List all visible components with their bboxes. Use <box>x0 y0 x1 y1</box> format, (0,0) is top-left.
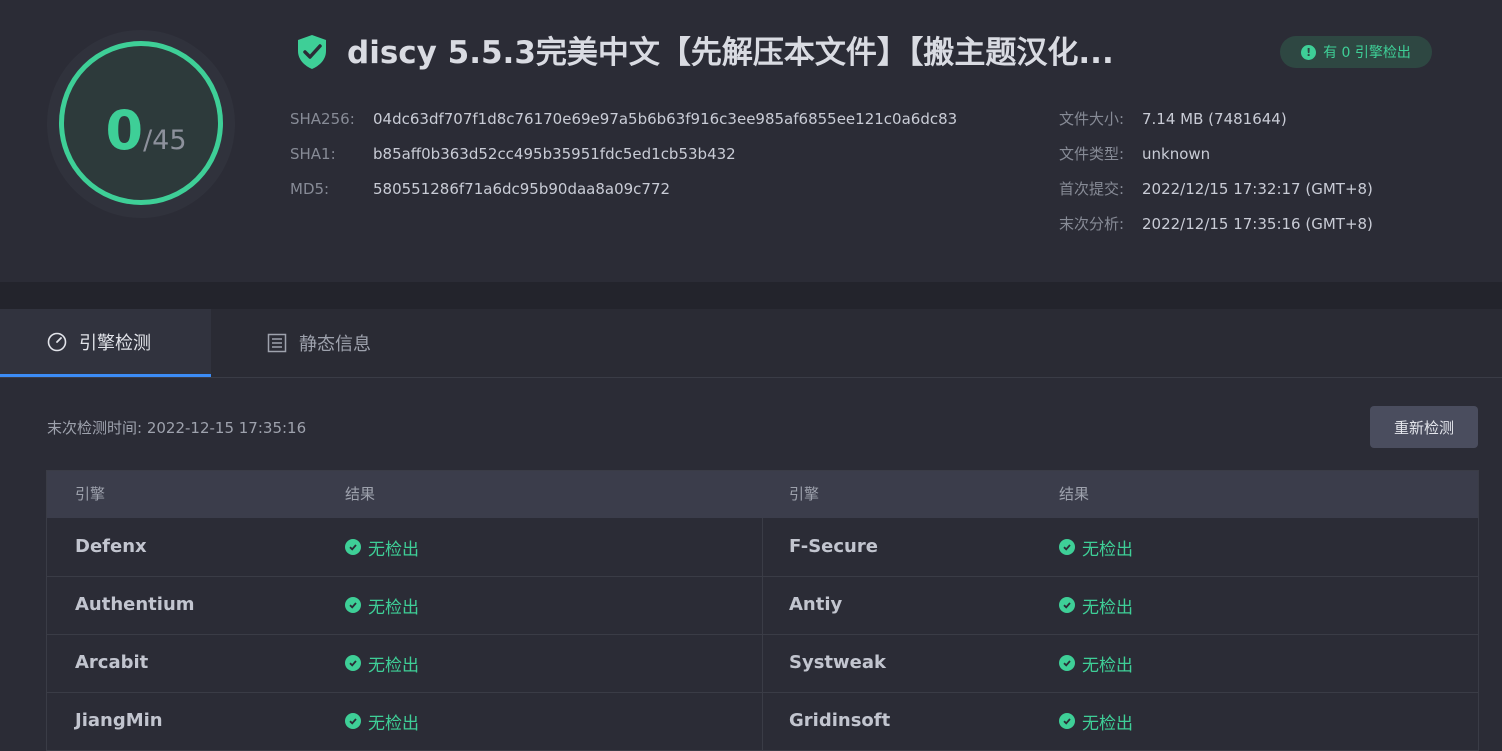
scan-result-text: 无检出 <box>368 713 419 734</box>
gauge-icon <box>47 332 67 351</box>
scan-result: 无检出 <box>1059 634 1133 692</box>
tab-engine-detection[interactable]: 引擎检测 <box>0 309 211 377</box>
meta-value: unknown <box>1142 145 1211 163</box>
section-divider <box>0 282 1502 309</box>
scan-result: 无检出 <box>345 692 419 750</box>
check-circle-icon <box>1059 597 1075 613</box>
engine-name: Gridinsoft <box>789 710 891 731</box>
engine-name: Defenx <box>75 536 147 557</box>
detection-score-ring: 0/45 <box>59 41 223 205</box>
file-summary-header: 0/45 discy 5.5.3完美中文【先解压本文件】【搬主题汉化... ! … <box>0 0 1502 282</box>
scan-result-text: 无检出 <box>1082 539 1133 560</box>
meta-label: 文件大小: <box>1059 110 1125 128</box>
scan-result: 无检出 <box>345 634 419 692</box>
detection-status-badge: ! 有 0 引擎检出 <box>1280 36 1432 68</box>
column-header-engine: 引擎 <box>75 485 106 503</box>
hash-value: b85aff0b363d52cc495b35951fdc5ed1cb53b432 <box>373 145 736 163</box>
tab-bar: 引擎检测 静态信息 <box>0 309 1502 378</box>
meta-value: 2022/12/15 17:32:17 (GMT+8) <box>1142 180 1373 198</box>
check-circle-icon <box>1059 539 1075 555</box>
document-list-icon <box>267 333 287 353</box>
engine-name: F-Secure <box>789 536 878 557</box>
column-header-result: 结果 <box>1059 485 1090 503</box>
check-circle-icon <box>345 597 361 613</box>
last-scan-time: 末次检测时间: 2022-12-15 17:35:16 <box>47 419 307 437</box>
hash-label: MD5: <box>290 180 330 198</box>
shield-check-icon <box>298 35 326 69</box>
table-row: Defenx 无检出 F-Secure 无检出 <box>47 518 1478 577</box>
scan-result-text: 无检出 <box>1082 597 1133 618</box>
engine-results-table: 引擎 结果 引擎 结果 Defenx 无检出 F-Secure 无检出 Auth… <box>46 470 1479 751</box>
rescan-button[interactable]: 重新检测 <box>1370 406 1478 448</box>
hash-label: SHA256: <box>290 110 355 128</box>
scan-result: 无检出 <box>345 518 419 576</box>
scan-result-text: 无检出 <box>368 597 419 618</box>
hash-value: 580551286f71a6dc95b90daa8a09c772 <box>373 180 671 198</box>
file-title: discy 5.5.3完美中文【先解压本文件】【搬主题汉化... <box>347 35 1114 71</box>
detection-status-text: 有 0 引擎检出 <box>1323 45 1411 61</box>
meta-label: 首次提交: <box>1059 180 1125 198</box>
table-row: JiangMin 无检出 Gridinsoft 无检出 <box>47 692 1478 751</box>
engine-name: Arcabit <box>75 652 149 673</box>
hash-label: SHA1: <box>290 145 336 163</box>
exclamation-icon: ! <box>1301 44 1317 60</box>
scan-result: 无检出 <box>1059 518 1133 576</box>
check-circle-icon <box>1059 713 1075 729</box>
table-row: Arcabit 无检出 Systweak 无检出 <box>47 634 1478 693</box>
hash-value: 04dc63df707f1d8c76170e69e97a5b6b63f916c3… <box>373 110 958 128</box>
scan-result: 无检出 <box>1059 576 1133 634</box>
meta-label: 文件类型: <box>1059 145 1125 163</box>
tab-static-info[interactable]: 静态信息 <box>211 309 431 377</box>
scan-result: 无检出 <box>345 576 419 634</box>
scan-result-text: 无检出 <box>1082 655 1133 676</box>
column-header-engine: 引擎 <box>789 485 820 503</box>
check-circle-icon <box>345 539 361 555</box>
detected-count: 0 <box>105 99 144 162</box>
tab-label: 引擎检测 <box>79 332 151 354</box>
detection-score-text: 0/45 <box>64 104 228 158</box>
column-header-result: 结果 <box>345 485 376 503</box>
scan-result-text: 无检出 <box>1082 713 1133 734</box>
check-circle-icon <box>345 655 361 671</box>
engine-name: Systweak <box>789 652 886 673</box>
table-row: Authentium 无检出 Antiy 无检出 <box>47 576 1478 635</box>
engine-name: Authentium <box>75 594 195 615</box>
table-header: 引擎 结果 引擎 结果 <box>47 471 1478 518</box>
check-circle-icon <box>345 713 361 729</box>
meta-label: 末次分析: <box>1059 215 1125 233</box>
engine-name: JiangMin <box>75 710 163 731</box>
scan-result-text: 无检出 <box>368 539 419 560</box>
tab-label: 静态信息 <box>299 334 371 355</box>
meta-value: 2022/12/15 17:35:16 (GMT+8) <box>1142 215 1373 233</box>
scan-result-text: 无检出 <box>368 655 419 676</box>
check-circle-icon <box>1059 655 1075 671</box>
engine-total: /45 <box>143 125 187 156</box>
detection-score: 0/45 <box>47 30 235 218</box>
engine-name: Antiy <box>789 594 843 615</box>
scan-result: 无检出 <box>1059 692 1133 750</box>
meta-value: 7.14 MB (7481644) <box>1142 110 1287 128</box>
